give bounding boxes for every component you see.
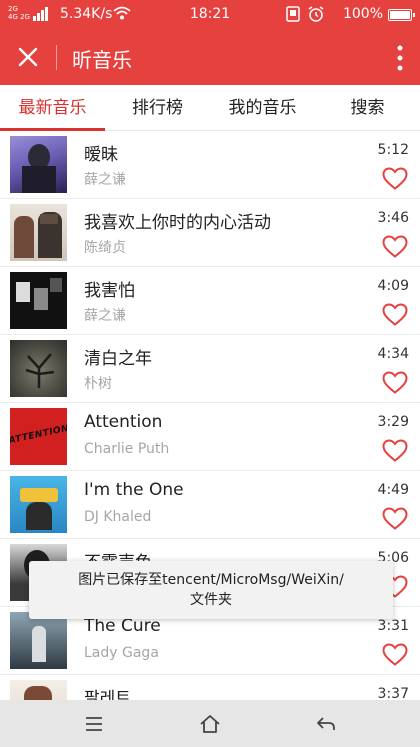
- album-cover: [10, 204, 67, 261]
- menu-icon[interactable]: [82, 712, 106, 736]
- heart-icon[interactable]: [382, 439, 408, 463]
- song-duration: 3:46: [377, 210, 409, 226]
- list-item[interactable]: 暧昧 薛之谦 5:12: [0, 131, 420, 199]
- tab-latest-music[interactable]: 最新音乐: [0, 85, 105, 131]
- song-duration: 4:49: [377, 482, 409, 498]
- song-title: Attention: [84, 412, 163, 432]
- page-title: 昕音乐: [72, 48, 132, 72]
- heart-icon[interactable]: [382, 643, 408, 667]
- title-divider: [56, 45, 57, 70]
- tab-my-music[interactable]: 我的音乐: [210, 85, 315, 130]
- toast-line-2: 文件夹: [190, 592, 232, 608]
- toast-line-1: 图片已保存至tencent/MicroMsg/WeiXin/: [78, 572, 344, 588]
- album-cover: [10, 612, 67, 669]
- list-item[interactable]: I'm the One DJ Khaled 4:49: [0, 471, 420, 539]
- alarm-icon: [308, 6, 324, 22]
- song-title: 清白之年: [84, 349, 152, 369]
- song-title: 我喜欢上你时的内心活动: [84, 213, 271, 233]
- song-artist: Charlie Puth: [84, 441, 170, 457]
- song-title: 我害怕: [84, 281, 135, 301]
- battery-percent: 100%: [342, 6, 383, 22]
- list-item[interactable]: 我喜欢上你时的内心活动 陈绮贞 3:46: [0, 199, 420, 267]
- song-artist: Lady Gaga: [84, 645, 159, 661]
- list-item[interactable]: 我害怕 薛之谦 4:09: [0, 267, 420, 335]
- close-icon[interactable]: [16, 45, 40, 69]
- song-duration: 3:31: [377, 618, 409, 634]
- back-icon[interactable]: [314, 712, 338, 736]
- song-artist: 朴树: [84, 376, 112, 392]
- title-bar: 昕音乐: [0, 30, 420, 85]
- song-title: I'm the One: [84, 480, 184, 500]
- album-cover: [10, 476, 67, 533]
- system-nav-bar: [0, 700, 420, 747]
- tab-bar: 最新音乐 排行榜 我的音乐 搜索: [0, 85, 420, 131]
- tab-search[interactable]: 搜索: [315, 85, 420, 130]
- song-title: 暧昧: [84, 145, 118, 165]
- status-bar: 2G 4G 2G 5.34K/s 18:21 100%: [0, 0, 420, 30]
- album-cover: [10, 340, 67, 397]
- more-options-icon[interactable]: [396, 43, 404, 73]
- screenshot-icon: [286, 6, 300, 22]
- song-artist: 薛之谦: [84, 308, 126, 324]
- song-duration: 3:29: [377, 414, 409, 430]
- song-list: 暧昧 薛之谦 5:12 我喜欢上你时的内心活动 陈绮贞 3:46 我害怕 薛之谦…: [0, 131, 420, 743]
- heart-icon[interactable]: [382, 167, 408, 191]
- album-cover: [10, 272, 67, 329]
- heart-icon[interactable]: [382, 507, 408, 531]
- tab-charts[interactable]: 排行榜: [105, 85, 210, 130]
- song-duration: 4:09: [377, 278, 409, 294]
- song-artist: 薛之谦: [84, 172, 126, 188]
- heart-icon[interactable]: [382, 235, 408, 259]
- heart-icon[interactable]: [382, 371, 408, 395]
- album-cover: ATTENTION: [10, 408, 67, 465]
- song-artist: 陈绮贞: [84, 240, 126, 256]
- heart-icon[interactable]: [382, 303, 408, 327]
- song-artist: DJ Khaled: [84, 509, 152, 525]
- battery-icon: [388, 9, 415, 21]
- song-title: The Cure: [84, 616, 161, 636]
- list-item[interactable]: ATTENTION Attention Charlie Puth 3:29: [0, 403, 420, 471]
- song-duration: 5:12: [377, 142, 409, 158]
- album-cover: [10, 136, 67, 193]
- list-item[interactable]: 清白之年 朴树 4:34: [0, 335, 420, 403]
- home-icon[interactable]: [198, 712, 222, 736]
- song-duration: 4:34: [377, 346, 409, 362]
- save-toast: 图片已保存至tencent/MicroMsg/WeiXin/ 文件夹: [29, 561, 393, 619]
